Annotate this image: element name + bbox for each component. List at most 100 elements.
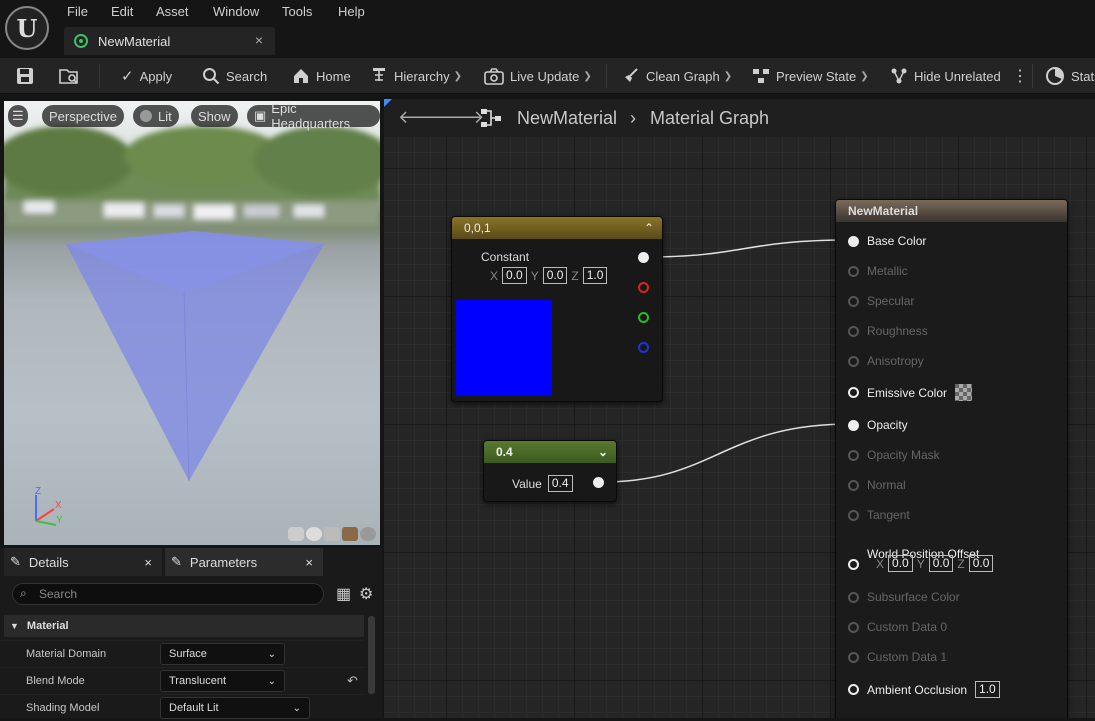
- live-update-button[interactable]: Live Update ❯: [484, 58, 592, 94]
- plane-mesh-icon[interactable]: [324, 527, 340, 541]
- pin-tangent[interactable]: Tangent: [848, 508, 910, 522]
- search-field[interactable]: ⌕ Search: [12, 583, 324, 605]
- pin-roughness[interactable]: Roughness: [848, 324, 928, 338]
- pin-opacity-mask[interactable]: Opacity Mask: [848, 448, 940, 462]
- table-view-icon[interactable]: ▦: [336, 584, 351, 604]
- constant-value-node[interactable]: 0.4 ⌄ Value 0.4: [483, 440, 617, 502]
- output-pin-r[interactable]: [638, 282, 649, 293]
- constant3-node[interactable]: 0,0,1 ⌃ Constant X 0.0 Y 0.0 Z 1.0: [451, 216, 663, 402]
- save-icon: [17, 68, 33, 84]
- menu-window[interactable]: Window: [213, 4, 259, 19]
- search-icon: ⌕: [20, 586, 27, 600]
- preview-state-icon: [753, 69, 769, 83]
- menu-tools[interactable]: Tools: [282, 4, 312, 19]
- pin-specular[interactable]: Specular: [848, 294, 914, 308]
- axis-gizmo: [35, 495, 57, 526]
- output-pin-b[interactable]: [638, 342, 649, 353]
- perspective-button[interactable]: Perspective: [42, 105, 124, 127]
- row-blend-mode: Blend Mode Translucent ⌄: [0, 667, 364, 694]
- chevron-down-icon: ⌄: [267, 675, 276, 687]
- material-result-node[interactable]: NewMaterial Base Color Metallic Specular…: [835, 199, 1068, 718]
- ao-field[interactable]: 1.0: [975, 681, 1000, 698]
- preview-state-button[interactable]: Preview State ❯: [752, 58, 869, 94]
- more-options-icon[interactable]: ⋮: [1012, 58, 1028, 94]
- collapse-icon[interactable]: ⌄: [598, 445, 608, 459]
- save-button[interactable]: [15, 58, 35, 94]
- preview-viewport[interactable]: Z X Y ☰ Perspective Lit Show ▣ Epic Headq…: [4, 101, 380, 545]
- xyz-fields: X 0.0 Y 0.0 Z 1.0: [490, 267, 611, 284]
- pin-opacity[interactable]: Opacity: [848, 418, 908, 432]
- home-button[interactable]: Home: [292, 58, 351, 94]
- unreal-logo[interactable]: U: [5, 6, 49, 50]
- preview-mesh-buttons: [288, 527, 376, 541]
- wpo-x-field[interactable]: 0.0: [888, 555, 913, 572]
- apply-button[interactable]: ✓ Apply: [121, 58, 172, 94]
- collapse-icon[interactable]: ⌃: [644, 221, 654, 235]
- pin-anisotropy[interactable]: Anisotropy: [848, 354, 924, 368]
- section-material[interactable]: ▼ Material: [4, 615, 364, 637]
- home-icon: [294, 69, 308, 83]
- search-button[interactable]: Search: [202, 58, 267, 94]
- search-icon: [203, 68, 220, 85]
- lit-button[interactable]: Lit: [133, 105, 179, 127]
- details-panel: ✎ Details × ✎ Parameters × ⌕ Search ▦ ⚙ ▼ M…: [0, 548, 382, 721]
- menu-asset[interactable]: Asset: [156, 4, 189, 19]
- output-pin[interactable]: [593, 477, 604, 488]
- viewport-menu-button[interactable]: ☰: [8, 105, 28, 127]
- clean-graph-button[interactable]: Clean Graph ❯: [622, 58, 732, 94]
- pin-ambient-occlusion[interactable]: Ambient Occlusion 1.0: [848, 681, 1004, 698]
- document-tab[interactable]: NewMaterial ×: [64, 27, 275, 55]
- value-field[interactable]: 0.4: [547, 475, 573, 492]
- pin-custom-data-0[interactable]: Custom Data 0: [848, 620, 947, 634]
- chevron-down-icon: ⌄: [267, 648, 276, 660]
- z-field[interactable]: 1.0: [582, 267, 608, 284]
- output-pin-g[interactable]: [638, 312, 649, 323]
- tab-title: NewMaterial: [98, 33, 171, 49]
- wpo-y-field[interactable]: 0.0: [928, 555, 954, 572]
- stats-button[interactable]: Stats: [1045, 58, 1095, 94]
- blend-mode-dropdown[interactable]: Translucent ⌄: [160, 670, 285, 692]
- pin-custom-data-1[interactable]: Custom Data 1: [848, 650, 947, 664]
- browse-button[interactable]: [58, 58, 80, 94]
- output-pin-rgb[interactable]: [638, 252, 649, 263]
- hamburger-icon: ☰: [12, 108, 24, 123]
- hierarchy-icon: [373, 68, 385, 81]
- reset-icon[interactable]: ↶: [347, 673, 358, 689]
- close-icon[interactable]: ×: [144, 555, 152, 570]
- tab-details[interactable]: ✎ Details ×: [4, 548, 162, 576]
- material-domain-dropdown[interactable]: Surface ⌄: [160, 643, 285, 665]
- close-tab-icon[interactable]: ×: [255, 32, 263, 48]
- chevron-down-icon: ⌄: [292, 702, 301, 714]
- node-title: NewMaterial: [836, 200, 1067, 222]
- material-graph[interactable]: 🡐 🡒 NewMaterial › Material Graph 0,0,1 ⌃…: [384, 99, 1095, 718]
- x-field[interactable]: 0.0: [502, 267, 527, 284]
- pin-subsurface-color[interactable]: Subsurface Color: [848, 590, 960, 604]
- sphere-mesh-icon[interactable]: [306, 527, 322, 541]
- row-shading-model: Shading Model Default Lit ⌄: [0, 694, 364, 721]
- close-icon[interactable]: ×: [305, 555, 313, 570]
- pin-emissive-color[interactable]: Emissive Color: [848, 384, 973, 401]
- settings-icon[interactable]: ⚙: [359, 584, 373, 604]
- pin-metallic[interactable]: Metallic: [848, 264, 908, 278]
- teapot-mesh-icon[interactable]: [360, 527, 376, 541]
- wpo-z-field[interactable]: 0.0: [968, 555, 994, 572]
- menu-edit[interactable]: Edit: [111, 4, 133, 19]
- environment-button[interactable]: ▣ Epic Headquarters: [247, 101, 380, 131]
- viewport-scene: [4, 126, 380, 526]
- apply-icon: ✓: [121, 68, 134, 85]
- menu-help[interactable]: Help: [338, 4, 365, 19]
- y-field[interactable]: 0.0: [542, 267, 568, 284]
- hide-unrelated-button[interactable]: Hide Unrelated: [890, 58, 1001, 94]
- hierarchy-button[interactable]: Hierarchy ❯: [370, 58, 462, 94]
- tab-parameters[interactable]: ✎ Parameters ×: [165, 548, 323, 576]
- shading-model-dropdown[interactable]: Default Lit ⌄: [160, 697, 310, 719]
- cylinder-mesh-icon[interactable]: [288, 527, 304, 541]
- panel-scrollbar[interactable]: [368, 616, 375, 694]
- show-button[interactable]: Show: [191, 105, 238, 127]
- menu-file[interactable]: File: [67, 4, 88, 19]
- pencil-icon: ✎: [171, 554, 182, 569]
- node-label: Constant: [481, 250, 530, 264]
- pin-normal[interactable]: Normal: [848, 478, 906, 492]
- cube-mesh-icon[interactable]: [342, 527, 358, 541]
- pin-base-color[interactable]: Base Color: [848, 234, 926, 248]
